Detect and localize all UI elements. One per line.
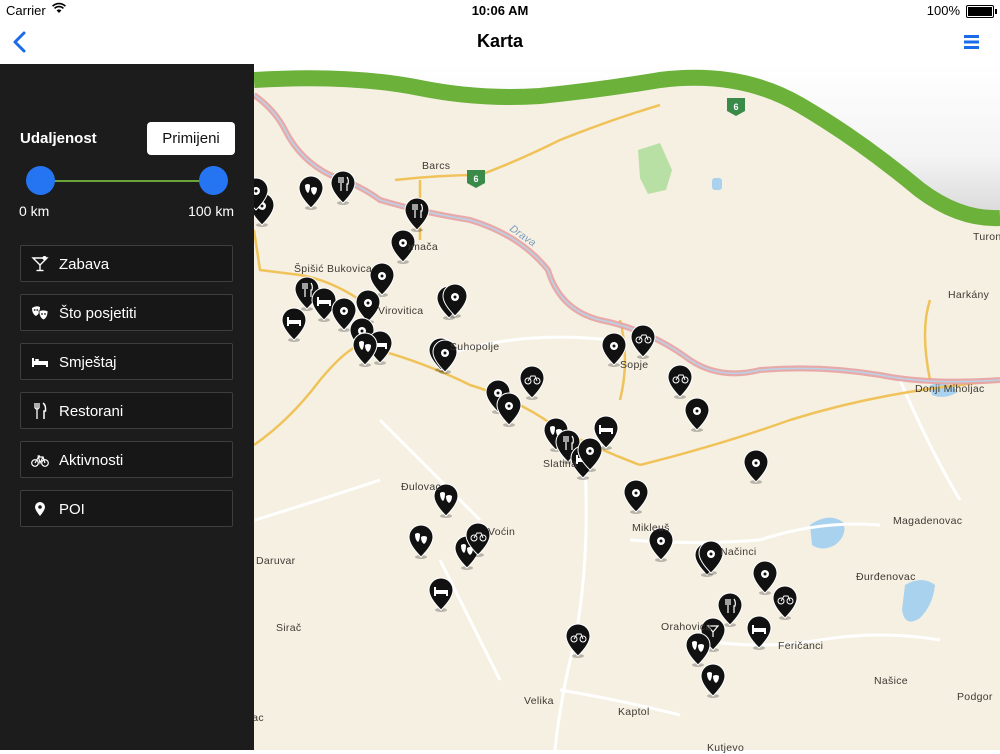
place-label: Đurđenovac xyxy=(856,571,916,583)
svg-text:6: 6 xyxy=(733,102,738,112)
place-label: Sopje xyxy=(620,359,649,371)
place-label: Voćin xyxy=(488,526,516,538)
filter-sidebar: Udaljenost Primijeni 0 km 100 km Zabava … xyxy=(0,64,254,750)
category-label: Aktivnosti xyxy=(59,452,124,469)
category-smjestaj[interactable]: Smještaj xyxy=(20,343,233,380)
place-label: Donji Miholjac xyxy=(915,383,985,395)
place-label: Kutjevo xyxy=(707,742,745,754)
place-label: Suhopolje xyxy=(450,341,500,353)
place-label: Lac xyxy=(254,712,264,724)
bicycle-icon xyxy=(31,455,49,467)
category-poi[interactable]: POI xyxy=(20,490,233,527)
category-label: Što posjetiti xyxy=(59,305,137,322)
distance-slider-max-knob[interactable] xyxy=(199,166,228,195)
place-label: Kaptol xyxy=(618,706,650,718)
place-label: Virovitica xyxy=(378,305,424,317)
distance-min-label: 0 km xyxy=(19,203,50,219)
distance-slider-track[interactable] xyxy=(40,180,213,182)
place-label: Načinci xyxy=(720,546,757,558)
place-label: Harkány xyxy=(948,289,990,301)
place-label: Đulovac xyxy=(401,481,442,493)
place-label: Daruvar xyxy=(256,555,296,567)
place-label: Pitomača xyxy=(408,241,438,253)
bed-icon xyxy=(32,358,48,367)
place-label: Špišić Bukovica xyxy=(294,263,373,275)
category-label: POI xyxy=(59,501,85,518)
category-label: Smještaj xyxy=(59,354,117,371)
place-label: Feričanci xyxy=(778,640,824,652)
place-label: Magadenovac xyxy=(893,515,963,527)
place-label: Turon xyxy=(973,231,1000,243)
theater-masks-icon xyxy=(32,306,49,321)
cocktail-icon xyxy=(31,256,49,272)
fork-knife-icon xyxy=(34,402,47,419)
category-label: Zabava xyxy=(59,256,110,273)
category-label: Restorani xyxy=(59,403,124,420)
navigation-bar: Karta xyxy=(0,20,1000,64)
distance-label: Udaljenost xyxy=(20,130,97,147)
category-aktivnosti[interactable]: Aktivnosti xyxy=(20,441,233,478)
battery-percent: 100% xyxy=(926,3,960,18)
clock: 10:06 AM xyxy=(471,3,529,18)
distance-max-label: 100 km xyxy=(188,203,234,219)
place-label: Podgor xyxy=(957,691,993,703)
location-pin-icon xyxy=(35,502,45,516)
place-label: Našice xyxy=(874,675,908,687)
category-sto-posjetiti[interactable]: Što posjetiti xyxy=(20,294,233,331)
place-label: Mikleuš xyxy=(632,522,670,534)
svg-text:6: 6 xyxy=(473,174,478,184)
distance-slider-min-knob[interactable] xyxy=(26,166,55,195)
place-label: Barcs xyxy=(422,160,451,172)
apply-button[interactable]: Primijeni xyxy=(147,122,235,155)
battery-icon xyxy=(966,5,997,18)
page-title: Karta xyxy=(476,31,524,51)
hamburger-menu-icon[interactable] xyxy=(962,32,982,52)
place-label: Orahovica xyxy=(661,621,712,633)
place-label: Slatina xyxy=(543,458,578,470)
place-label: Sirač xyxy=(276,622,302,634)
status-bar: Carrier 10:06 AM 100% xyxy=(0,0,1000,20)
place-label: Velika xyxy=(524,695,554,707)
category-restorani[interactable]: Restorani xyxy=(20,392,233,429)
category-zabava[interactable]: Zabava xyxy=(20,245,233,282)
